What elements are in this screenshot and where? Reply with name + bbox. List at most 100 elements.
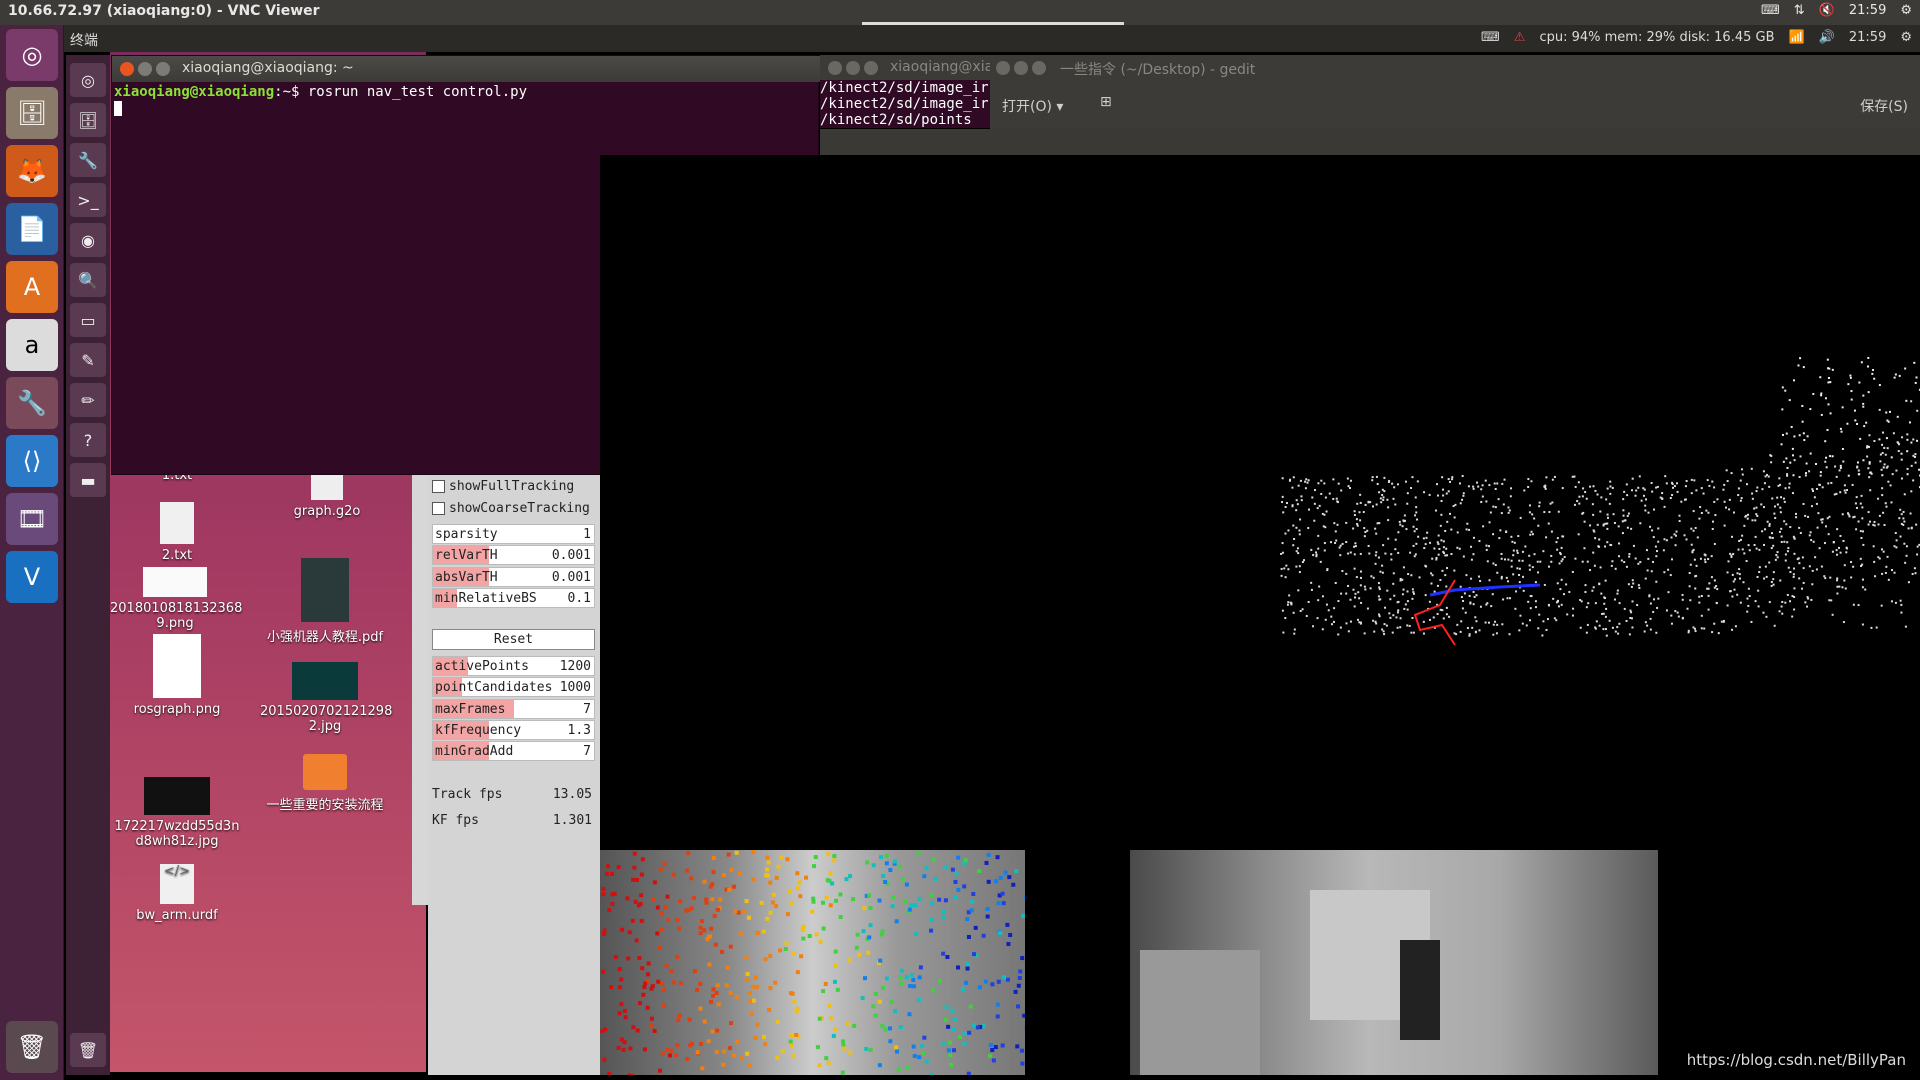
minimize-icon[interactable] (1014, 61, 1028, 75)
cloud-point (1862, 530, 1865, 533)
desktop-file[interactable]: 2015020702121298 2.jpg (260, 662, 392, 734)
system-status[interactable]: cpu: 94% mem: 29% disk: 16.45 GB (1539, 30, 1774, 45)
settings-icon[interactable]: 🔧 (6, 377, 58, 429)
cloud-point (1852, 516, 1855, 519)
slider-maxFrames[interactable]: maxFrames 7 (432, 698, 595, 719)
desktop-file[interactable]: rosgraph.png (112, 634, 242, 717)
save-button[interactable]: 保存(S) (1860, 96, 1908, 116)
wifi-icon[interactable]: 📶 (1789, 30, 1805, 45)
cloud-point (1638, 475, 1641, 478)
warning-icon[interactable]: ⚠ (1514, 30, 1526, 45)
trash-icon[interactable]: 🗑 (6, 1021, 58, 1073)
depth-point (661, 988, 666, 993)
cloud-point (1890, 501, 1893, 504)
desktop-file[interactable]: 172217wzdd55d3n d8wh81z.jpg (112, 777, 242, 849)
gear-icon[interactable]: ⚙ (1900, 3, 1912, 18)
close-icon[interactable] (996, 61, 1010, 75)
desktop-file[interactable]: </> bw_arm.urdf (112, 864, 242, 923)
depth-point (854, 945, 859, 950)
amazon-icon[interactable]: a (6, 319, 58, 371)
depth-point (649, 1016, 654, 1021)
show-coarse-tracking-checkbox[interactable]: showCoarseTracking (432, 497, 590, 519)
slider-kfFrequency[interactable]: kfFrequency 1.3 (432, 719, 595, 740)
help-icon[interactable]: ? (70, 423, 106, 457)
vnc-icon[interactable]: V (6, 551, 58, 603)
minimize-icon[interactable] (846, 61, 860, 75)
software-center-icon[interactable]: A (6, 261, 58, 313)
cloud-point (1673, 533, 1676, 536)
slider-minRelativeBS[interactable]: minRelativeBS 0.1 (432, 587, 595, 608)
desktop-file[interactable]: 小强机器人教程.pdf (260, 558, 390, 645)
cloud-point (1809, 452, 1812, 455)
desktop-file[interactable]: 2.txt (112, 502, 242, 563)
close-icon[interactable] (120, 62, 134, 76)
vscode-icon[interactable]: ⟨⟩ (6, 435, 58, 487)
new-tab-icon[interactable]: ⊞ (1100, 94, 1112, 110)
files-icon[interactable]: 🗄 (6, 87, 58, 139)
maximize-icon[interactable] (156, 62, 170, 76)
removable-drive-icon[interactable]: ▬ (70, 463, 106, 497)
cloud-point (1366, 529, 1369, 532)
terminal2-output[interactable]: /kinect2/sd/image_ir /kinect2/sd/image_i… (820, 80, 990, 128)
image-viewer-icon[interactable]: 🔍 (70, 263, 106, 297)
open-button[interactable]: 打开(O) ▾ (1002, 96, 1063, 116)
chrome-icon[interactable]: ◉ (70, 223, 106, 257)
depth-point (851, 897, 856, 902)
maximize-icon[interactable] (1032, 61, 1046, 75)
keyboard-icon[interactable]: ⌨ (1761, 3, 1780, 18)
depth-point (686, 851, 691, 856)
maximize-icon[interactable] (864, 61, 878, 75)
depth-point (857, 952, 862, 957)
show-full-tracking-checkbox[interactable]: showFullTracking (432, 475, 574, 497)
cloud-point (1861, 517, 1864, 520)
terminal-titlebar[interactable]: xiaoqiang@xiaoqiang: ~ (112, 56, 820, 82)
depth-point (665, 894, 670, 899)
slider-absVarTH[interactable]: absVarTH 0.001 (432, 566, 595, 587)
firefox-icon[interactable]: 🦊 (6, 145, 58, 197)
kf-fps: KF fps 1.301 (432, 813, 592, 828)
depth-point (911, 1044, 916, 1049)
cloud-point (1890, 456, 1893, 459)
depth-point (821, 989, 826, 994)
files-icon[interactable]: 🗄 (70, 103, 106, 137)
slider-pointCandidates[interactable]: pointCandidates 1000 (432, 677, 595, 698)
panel-clock[interactable]: 21:59 (1849, 30, 1886, 45)
network-arrows-icon[interactable]: ⇅ (1794, 3, 1805, 18)
cloud-point (1707, 608, 1710, 611)
terminal-icon[interactable]: ▭ (70, 303, 106, 337)
depth-point (880, 986, 885, 991)
cloud-point (1757, 605, 1760, 608)
slider-sparsity[interactable]: sparsity 1 (432, 524, 595, 544)
slider-minGradAdd[interactable]: minGradAdd 7 (432, 741, 595, 762)
volume-muted-icon[interactable]: 🔇 (1819, 3, 1835, 18)
dash-icon[interactable]: ◎ (70, 63, 106, 97)
close-icon[interactable] (828, 61, 842, 75)
slider-relVarTH[interactable]: relVarTH 0.001 (432, 545, 595, 566)
media-icon[interactable]: 🎞 (6, 493, 58, 545)
terminal-icon[interactable]: >_ (70, 183, 106, 217)
keyboard-icon[interactable]: ⌨ (1481, 30, 1500, 45)
dash-icon[interactable]: ◎ (6, 29, 58, 81)
desktop-folder[interactable]: 一些重要的安装流程 (260, 754, 390, 813)
cloud-point (1299, 610, 1302, 613)
cloud-point (1866, 365, 1869, 368)
cloud-point (1915, 523, 1918, 526)
desktop-file[interactable]: 2018010818132368 9.png (110, 567, 242, 631)
desktop-file[interactable]: graph.g2o (262, 472, 392, 519)
document-viewer-icon[interactable]: ✎ (70, 343, 106, 377)
cloud-point (1768, 536, 1771, 539)
cloud-point (1798, 577, 1801, 580)
writer-icon[interactable]: 📄 (6, 203, 58, 255)
gear-icon[interactable]: ⚙ (1900, 30, 1912, 45)
terminal2-titlebar[interactable]: xiaoqiang@xia (820, 55, 993, 81)
gedit-titlebar[interactable]: 一些指令 (~/Desktop) - gedit (990, 55, 1920, 81)
trash-icon[interactable]: 🗑 (70, 1033, 106, 1067)
slider-activePoints[interactable]: activePoints 1200 (432, 656, 595, 676)
settings-icon[interactable]: 🔧 (70, 143, 106, 177)
minimize-icon[interactable] (138, 62, 152, 76)
text-editor-icon[interactable]: ✏ (70, 383, 106, 417)
depth-point (645, 972, 650, 977)
point-cloud-viewer[interactable] (600, 155, 1920, 850)
reset-button[interactable]: Reset (432, 629, 595, 650)
volume-icon[interactable]: 🔊 (1819, 30, 1835, 45)
